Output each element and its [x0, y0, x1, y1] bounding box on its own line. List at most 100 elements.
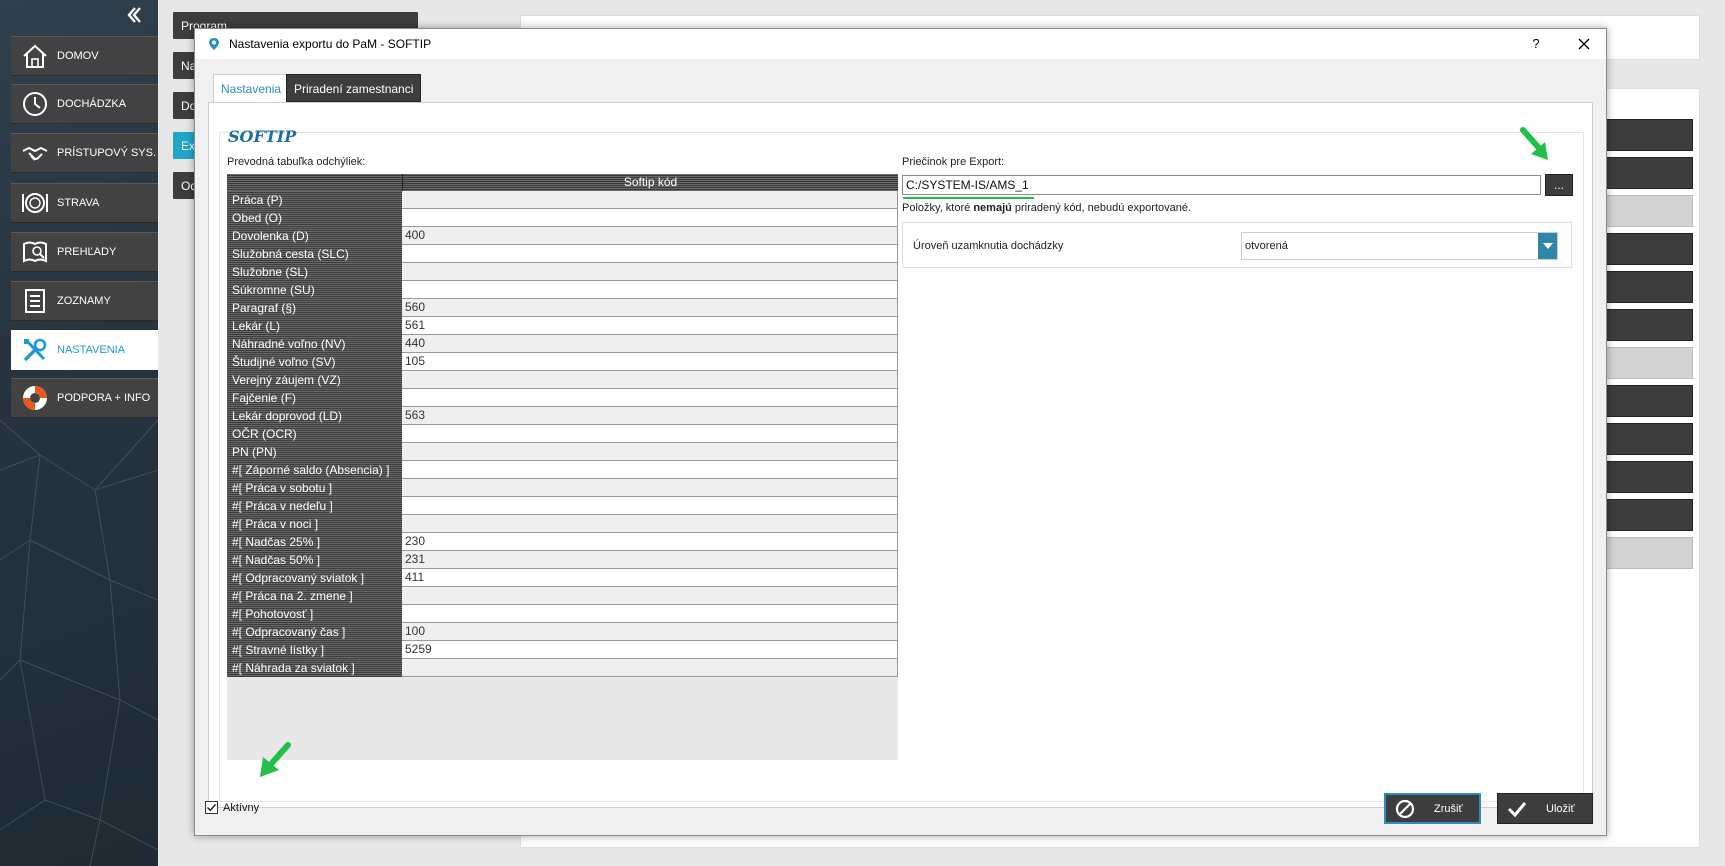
- table-row: #[ Nadčas 50% ] 231: [227, 551, 898, 569]
- softip-code-cell[interactable]: 440: [402, 335, 898, 353]
- chevron-down-icon[interactable]: [1538, 233, 1557, 259]
- nav-label: NASTAVENIA: [57, 344, 126, 356]
- tab-priradeni-zamestnanci[interactable]: Priradení zamestnanci: [286, 74, 422, 102]
- row-header: #[ Nadčas 50% ]: [227, 551, 402, 569]
- table-row: #[ Záporné saldo (Absencia) ]: [227, 461, 898, 479]
- collapse-sidebar-button[interactable]: [124, 6, 144, 28]
- path-underline-annotation: [903, 197, 1034, 199]
- row-header: #[ Záporné saldo (Absencia) ]: [227, 461, 402, 479]
- active-checkbox[interactable]: [205, 801, 218, 814]
- softip-code-cell[interactable]: 560: [402, 299, 898, 317]
- bg-right-button[interactable]: [1605, 157, 1693, 189]
- note-bold: nemajú: [973, 202, 1012, 214]
- row-header: #[ Odpracovaný čas ]: [227, 623, 402, 641]
- table-row: Lekár doprovod (LD) 563: [227, 407, 898, 425]
- nav-dochadzka[interactable]: DOCHÁDZKA: [11, 84, 158, 124]
- bg-right-button[interactable]: [1605, 499, 1693, 531]
- table-row: #[ Práca v sobotu ]: [227, 479, 898, 497]
- softip-code-cell[interactable]: [402, 371, 898, 389]
- nav-strava[interactable]: STRAVA: [11, 183, 158, 223]
- row-header: Náhradné voľno (NV): [227, 335, 402, 353]
- table-row: #[ Pohotovosť ]: [227, 605, 898, 623]
- table-row: Verejný záujem (VZ): [227, 371, 898, 389]
- note-suffix: priradený kód, nebudú exportované.: [1011, 202, 1192, 214]
- row-header: Študijné voľno (SV): [227, 353, 402, 371]
- bg-right-button[interactable]: [1605, 271, 1693, 303]
- softip-code-cell[interactable]: [402, 209, 898, 227]
- bg-right-button[interactable]: [1605, 537, 1693, 569]
- softip-code-cell[interactable]: [402, 425, 898, 443]
- softip-code-cell[interactable]: [402, 245, 898, 263]
- nav-podpora-info[interactable]: PODPORA + INFO: [11, 378, 158, 418]
- lock-level-box: Úroveň uzamknutia dochádzky otvorená: [902, 222, 1572, 268]
- bg-right-button[interactable]: [1605, 423, 1693, 455]
- softip-code-cell[interactable]: 230: [402, 533, 898, 551]
- softip-code-cell[interactable]: 400: [402, 227, 898, 245]
- softip-code-cell[interactable]: 100: [402, 623, 898, 641]
- softip-code-cell[interactable]: 411: [402, 569, 898, 587]
- bg-right-button[interactable]: [1605, 119, 1693, 151]
- softip-code-cell[interactable]: 105: [402, 353, 898, 371]
- save-button[interactable]: Uložiť: [1497, 793, 1593, 824]
- table-row: #[ Práca v nedeľu ]: [227, 497, 898, 515]
- row-header: #[ Práca v sobotu ]: [227, 479, 402, 497]
- nav-zoznamy[interactable]: ZOZNAMY: [11, 281, 158, 321]
- softip-code-cell[interactable]: [402, 515, 898, 533]
- export-folder-label: Priečinok pre Export:: [902, 156, 1005, 168]
- table-row: Služobná cesta (SLC): [227, 245, 898, 263]
- bg-right-button[interactable]: [1605, 309, 1693, 341]
- active-checkbox-label: Aktívny: [223, 802, 260, 814]
- softip-code-cell[interactable]: 5259: [402, 641, 898, 659]
- bg-right-button[interactable]: [1605, 461, 1693, 493]
- softip-code-cell[interactable]: [402, 461, 898, 479]
- table-row: #[ Náhrada za sviatok ]: [227, 659, 898, 677]
- row-header: #[ Pohotovosť ]: [227, 605, 402, 623]
- table-row: #[ Odpracovaný čas ] 100: [227, 623, 898, 641]
- browse-folder-button[interactable]: ...: [1545, 174, 1573, 196]
- table-row: Náhradné voľno (NV) 440: [227, 335, 898, 353]
- bg-right-button[interactable]: [1605, 195, 1693, 227]
- row-header: #[ Nadčas 25% ]: [227, 533, 402, 551]
- softip-code-cell[interactable]: [402, 389, 898, 407]
- softip-code-cell[interactable]: [402, 587, 898, 605]
- export-folder-input[interactable]: C:/SYSTEM-IS/AMS_1: [902, 175, 1541, 195]
- softip-code-cell[interactable]: 231: [402, 551, 898, 569]
- bg-right-button[interactable]: [1605, 385, 1693, 417]
- softip-code-cell[interactable]: [402, 443, 898, 461]
- table-row: Dovolenka (D) 400: [227, 227, 898, 245]
- row-header: Obed (O): [227, 209, 402, 227]
- table-row: Služobne (SL): [227, 263, 898, 281]
- row-header: Paragraf (§): [227, 299, 402, 317]
- softip-code-cell[interactable]: [402, 281, 898, 299]
- nav-nastavenia[interactable]: NASTAVENIA: [11, 330, 158, 370]
- list-icon: [19, 285, 51, 317]
- nav-label: DOCHÁDZKA: [57, 98, 127, 110]
- tab-nastavenia[interactable]: Nastavenia: [213, 74, 290, 104]
- softip-code-cell[interactable]: 563: [402, 407, 898, 425]
- softip-code-cell[interactable]: [402, 659, 898, 677]
- softip-code-cell[interactable]: 561: [402, 317, 898, 335]
- softip-code-cell[interactable]: [402, 191, 898, 209]
- row-header: OČR (OCR): [227, 425, 402, 443]
- softip-code-cell[interactable]: [402, 479, 898, 497]
- background-pattern: [0, 419, 158, 866]
- bg-right-button[interactable]: [1605, 233, 1693, 265]
- row-header: #[ Odpracovaný sviatok ]: [227, 569, 402, 587]
- table-row: #[ Práca v noci ]: [227, 515, 898, 533]
- close-button[interactable]: [1561, 29, 1607, 59]
- softip-code-cell[interactable]: [402, 497, 898, 515]
- cancel-label: Zrušiť: [1434, 802, 1463, 815]
- nav-label: DOMOV: [57, 50, 99, 62]
- softip-code-cell[interactable]: [402, 605, 898, 623]
- nav-prehlady[interactable]: PREHĽADY: [11, 232, 158, 272]
- softip-code-cell[interactable]: [402, 263, 898, 281]
- nav-pristupovy-sys[interactable]: PRÍSTUPOVÝ SYS.: [11, 133, 158, 173]
- lock-level-select[interactable]: otvorená: [1241, 232, 1558, 260]
- help-button[interactable]: ?: [1513, 29, 1559, 59]
- row-header: Služobná cesta (SLC): [227, 245, 402, 263]
- book-search-icon: [19, 236, 51, 268]
- cancel-button[interactable]: Zrušiť: [1384, 793, 1481, 824]
- chevron-left-icon: [127, 7, 141, 23]
- nav-domov[interactable]: DOMOV: [11, 36, 158, 76]
- bg-right-button[interactable]: [1605, 347, 1693, 379]
